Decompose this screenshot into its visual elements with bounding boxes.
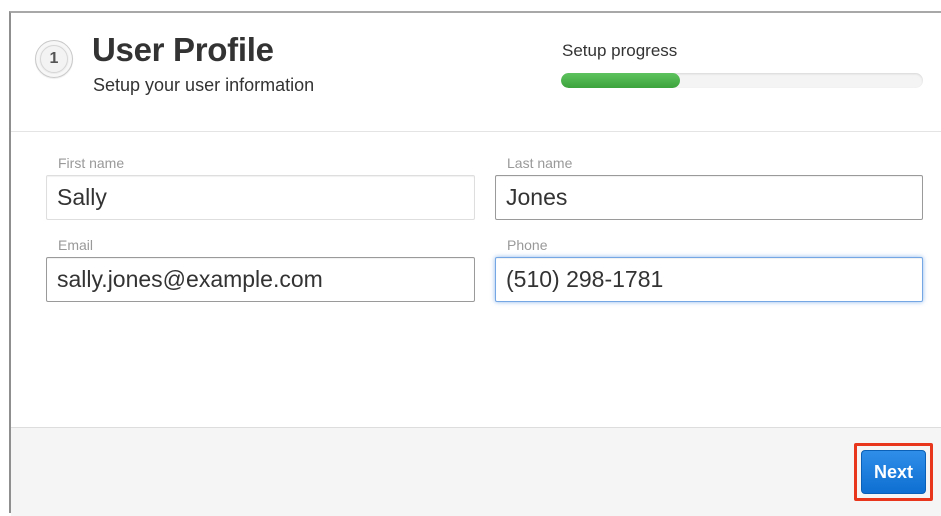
setup-progress-fill <box>561 73 681 88</box>
first-name-input[interactable] <box>46 175 475 220</box>
step-number-badge: 1 <box>35 40 73 78</box>
last-name-label: Last name <box>507 155 573 171</box>
page-subtitle: Setup your user information <box>93 75 315 95</box>
step-number: 1 <box>40 45 68 73</box>
setup-progress-bar <box>561 73 923 88</box>
first-name-label: First name <box>58 155 125 171</box>
wizard-header: 1 User Profile Setup your user informati… <box>11 13 941 132</box>
wizard-footer <box>11 427 941 516</box>
setup-wizard-window: 1 User Profile Setup your user informati… <box>9 11 941 516</box>
phone-label: Phone <box>507 237 548 253</box>
progress-label: Setup progress <box>562 41 678 60</box>
page-title: User Profile <box>92 31 274 68</box>
email-input[interactable] <box>46 257 475 302</box>
last-name-input[interactable] <box>495 175 923 220</box>
email-label: Email <box>58 237 94 253</box>
next-button[interactable]: Next <box>861 450 926 494</box>
phone-input[interactable] <box>495 257 923 302</box>
